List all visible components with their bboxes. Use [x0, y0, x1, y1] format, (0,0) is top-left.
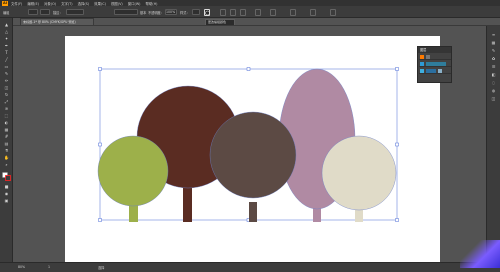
bbox-handle-tl[interactable]	[98, 67, 102, 71]
bbox-handle-tr[interactable]	[395, 67, 399, 71]
tree-mid-brown-crown[interactable]	[209, 111, 297, 199]
tree-mid-brown-trunk[interactable]	[249, 202, 257, 222]
tree-green-crown[interactable]	[97, 135, 169, 207]
brushes-panel-icon[interactable]: ✎	[490, 48, 497, 53]
artboard-number[interactable]: 1	[48, 265, 50, 269]
gradient-panel-icon[interactable]: ◧	[490, 72, 497, 77]
right-panel-strip: ≡ ▦ ✎ ✿ ☰ ◧ ◌ ◍ ◫	[486, 26, 500, 262]
symbols-panel-icon[interactable]: ✿	[490, 56, 497, 61]
bbox-handle-bl[interactable]	[98, 218, 102, 222]
layers-panel-title: 图层	[418, 47, 451, 53]
stroke-panel-icon[interactable]: ☰	[490, 64, 497, 69]
artwork-canvas	[97, 67, 399, 222]
bbox-handle-ml[interactable]	[98, 142, 102, 147]
layer-row[interactable]	[419, 54, 451, 60]
tree-brown-trunk[interactable]	[183, 185, 192, 222]
transparency-panel-icon[interactable]: ◌	[490, 80, 497, 85]
swatches-panel-icon[interactable]: ▦	[490, 40, 497, 45]
bbox-handle-tm[interactable]	[246, 67, 251, 71]
zoom-level[interactable]: 80%	[18, 265, 25, 269]
status-bar: 80% 1 选择	[0, 262, 500, 272]
status-mode[interactable]: 选择	[98, 265, 104, 270]
layer-row[interactable]	[419, 61, 451, 67]
watermark-cursor-graphic	[460, 240, 500, 268]
properties-panel-icon[interactable]: ≡	[490, 32, 497, 37]
bbox-handle-mr[interactable]	[395, 142, 399, 147]
appearance-panel-icon[interactable]: ◍	[490, 88, 497, 93]
layer-row[interactable]	[419, 68, 451, 74]
layers-panel-icon[interactable]: ◫	[490, 96, 497, 101]
bbox-handle-br[interactable]	[395, 218, 399, 222]
layers-panel-footer	[419, 75, 451, 81]
layers-panel: 图层	[417, 46, 452, 83]
tree-cream-crown[interactable]	[321, 135, 397, 211]
